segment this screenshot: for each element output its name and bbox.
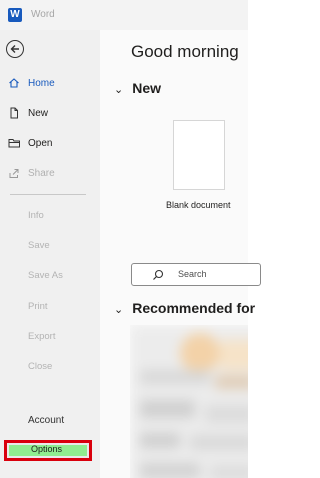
sidebar-item-home[interactable]: Home [0, 70, 100, 96]
word-icon: W [8, 8, 22, 22]
share-icon [0, 167, 28, 179]
sidebar-item-new[interactable]: New [0, 100, 100, 126]
new-document-icon [0, 107, 28, 119]
sidebar-item-share[interactable]: Share [0, 160, 100, 186]
blank-document-thumbnail[interactable] [173, 120, 225, 190]
app-title: Word [31, 9, 55, 20]
sidebar-item-info[interactable]: Info [28, 210, 44, 221]
sidebar-item-label: Share [28, 167, 55, 179]
chevron-down-icon: ⌄ [114, 304, 124, 316]
home-icon [0, 77, 28, 89]
search-input[interactable]: Search [131, 263, 261, 286]
sidebar-item-label: Open [28, 137, 53, 149]
new-section-header[interactable]: ⌄ New [114, 80, 161, 96]
sidebar-item-save-as[interactable]: Save As [28, 270, 63, 281]
sidebar-item-label: Options [31, 444, 63, 454]
chevron-down-icon: ⌄ [114, 84, 124, 96]
sidebar-item-open[interactable]: Open [0, 130, 100, 156]
sidebar-divider [10, 194, 86, 195]
sidebar-item-label: New [28, 107, 49, 119]
backstage-sidebar: Home New Open Share Info Save Save As Pr… [0, 30, 100, 478]
sidebar-item-print[interactable]: Print [28, 301, 48, 312]
open-folder-icon [0, 137, 28, 149]
recommended-section-title: Recommended for [132, 300, 256, 316]
title-bar: W Word [0, 0, 248, 30]
back-button[interactable] [6, 40, 24, 58]
search-placeholder: Search [178, 269, 207, 279]
greeting-heading: Good morning [131, 42, 239, 61]
recommended-section-header[interactable]: ⌄ Recommended for [114, 300, 255, 316]
new-section-title: New [132, 80, 162, 96]
sidebar-item-export[interactable]: Export [28, 331, 55, 342]
back-arrow-icon [10, 45, 19, 53]
sidebar-item-label: Home [28, 77, 55, 89]
search-icon [153, 269, 164, 280]
sidebar-item-close[interactable]: Close [28, 361, 52, 372]
recommended-files-blurred [130, 325, 248, 478]
sidebar-item-options[interactable]: Options [4, 440, 92, 461]
backstage-main: Good morning ⌄ New Blank document Search … [100, 30, 261, 478]
sidebar-item-account[interactable]: Account [28, 415, 64, 426]
blank-document-label: Blank document [166, 200, 231, 210]
sidebar-item-save[interactable]: Save [28, 240, 50, 251]
